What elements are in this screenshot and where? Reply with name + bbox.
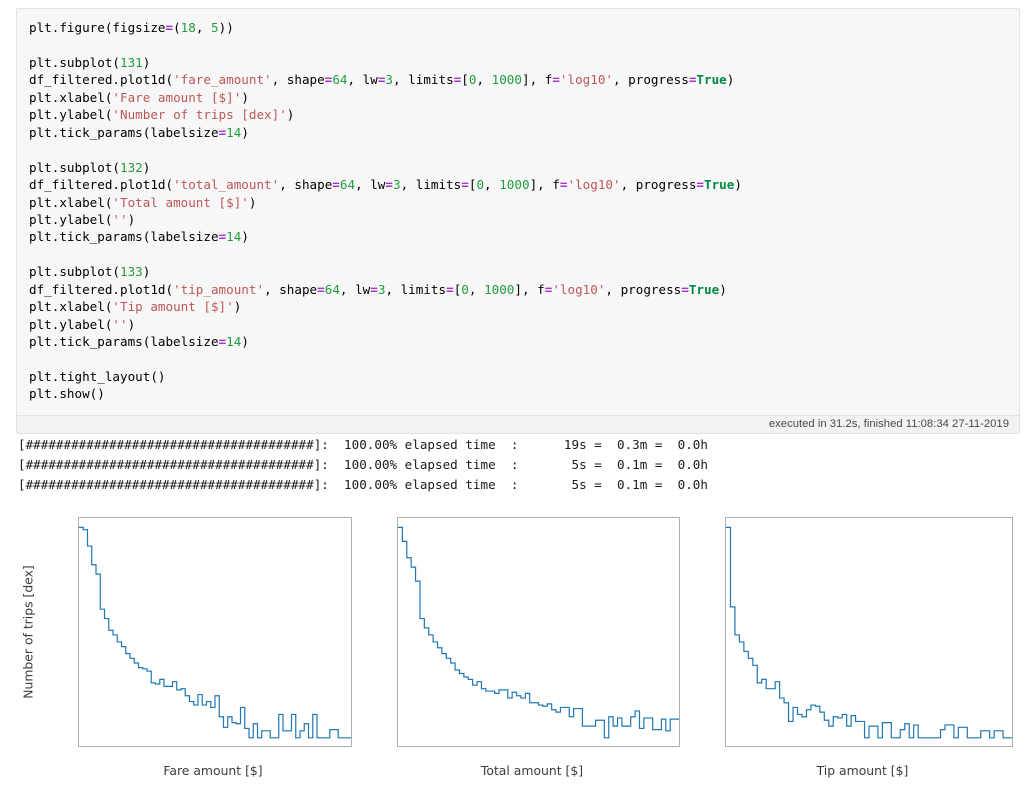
- code-line: plt.ylabel(''): [29, 316, 136, 332]
- y-axis-tick-mark: [78, 598, 79, 599]
- progress-bar-line: [######################################]…: [18, 437, 708, 452]
- y-axis-tick-mark: [725, 644, 726, 645]
- x-axis-tick-mark: [133, 746, 134, 747]
- x-axis-tick-mark: [351, 746, 352, 747]
- subplot-fare-amount: 0246802004006008001000 Number of trips […: [20, 505, 362, 785]
- code-line: plt.figure(figsize=(18, 5)): [29, 20, 234, 35]
- x-axis-tick-mark: [398, 746, 399, 747]
- y-axis-tick-mark: [725, 598, 726, 599]
- x-axis-tick-mark: [726, 746, 727, 747]
- x-axis-tick-mark: [898, 746, 899, 747]
- x-axis-tick-mark: [454, 746, 455, 747]
- code-editor-area[interactable]: plt.figure(figsize=(18, 5)) plt.subplot(1…: [17, 9, 1019, 415]
- y-axis-tick-mark: [725, 738, 726, 739]
- code-line: plt.tick_params(labelsize=14): [29, 334, 249, 350]
- code-line: df_filtered.plot1d('total_amount', shape…: [29, 177, 742, 193]
- code-line: df_filtered.plot1d('fare_amount', shape=…: [29, 72, 735, 88]
- x-axis-tick-mark: [623, 746, 624, 747]
- y-axis-tick-mark: [725, 691, 726, 692]
- x-axis-tick-mark: [783, 746, 784, 747]
- progress-bar-line: [######################################]…: [18, 477, 708, 492]
- y-axis-tick-mark: [397, 644, 398, 645]
- execution-info-bar: executed in 31.2s, finished 11:08:34 27-…: [17, 414, 1019, 433]
- y-axis-tick-mark: [78, 691, 79, 692]
- x-axis-tick-mark: [1012, 746, 1013, 747]
- step-line-fare-amount: [79, 518, 351, 746]
- code-line: plt.tick_params(labelsize=14): [29, 229, 249, 245]
- x-axis-tick-mark: [679, 746, 680, 747]
- x-axis-tick-mark: [242, 746, 243, 747]
- x-axis-tick-mark: [188, 746, 189, 747]
- x-axis-tick-mark: [567, 746, 568, 747]
- x-axis-tick-mark: [297, 746, 298, 747]
- x-axis-label-total: Total amount [$]: [480, 763, 584, 778]
- x-axis-tick-mark: [510, 746, 511, 747]
- y-axis-tick-mark: [397, 691, 398, 692]
- plot-axes-tip-amount: 0246802004006008001000: [725, 517, 1013, 747]
- step-line-total-amount: [398, 518, 679, 746]
- cell-stdout-output: [######################################]…: [18, 435, 708, 495]
- y-axis-tick-mark: [725, 551, 726, 552]
- code-line: plt.subplot(132): [29, 159, 151, 175]
- step-line-tip-amount: [726, 518, 1012, 746]
- y-axis-tick-mark: [78, 738, 79, 739]
- y-axis-tick-mark: [78, 644, 79, 645]
- code-line: plt.tick_params(labelsize=14): [29, 124, 249, 140]
- subplot-total-amount: 0246802004006008001000 Total amount [$]: [361, 505, 690, 785]
- subplot-tip-amount: 0246802004006008001000 Tip amount [$]: [689, 505, 1023, 785]
- y-axis-tick-mark: [78, 551, 79, 552]
- notebook-code-cell[interactable]: plt.figure(figsize=(18, 5)) plt.subplot(1…: [16, 8, 1020, 434]
- code-line: plt.subplot(133): [29, 264, 151, 280]
- x-axis-tick-mark: [955, 746, 956, 747]
- plot-axes-fare-amount: 0246802004006008001000: [78, 517, 352, 747]
- y-axis-tick-mark: [397, 738, 398, 739]
- x-axis-label-fare: Fare amount [$]: [163, 763, 263, 778]
- code-line: plt.ylabel('Number of trips [dex]'): [29, 107, 295, 123]
- code-line: plt.xlabel('Total amount [$]'): [29, 194, 257, 210]
- x-axis-tick-mark: [840, 746, 841, 747]
- progress-bar-line: [######################################]…: [18, 457, 708, 472]
- code-line: plt.subplot(131): [29, 54, 151, 70]
- x-axis-tick-mark: [79, 746, 80, 747]
- code-line: df_filtered.plot1d('tip_amount', shape=6…: [29, 281, 727, 297]
- x-axis-label-tip: Tip amount [$]: [816, 763, 909, 778]
- code-line: plt.ylabel(''): [29, 211, 136, 227]
- y-axis-tick-mark: [397, 551, 398, 552]
- code-line: plt.tight_layout(): [29, 369, 166, 384]
- code-line: plt.xlabel('Tip amount [$]'): [29, 299, 242, 315]
- code-line: plt.show(): [29, 386, 105, 402]
- plot-axes-total-amount: 0246802004006008001000: [397, 517, 680, 747]
- code-line: plt.xlabel('Fare amount [$]'): [29, 89, 249, 105]
- y-axis-label-fare: Number of trips [dex]: [20, 565, 36, 699]
- matplotlib-figure: 0246802004006008001000 Number of trips […: [0, 505, 1036, 785]
- y-axis-tick-mark: [397, 598, 398, 599]
- execution-info-text: executed in 31.2s, finished 11:08:34 27-…: [768, 417, 1009, 430]
